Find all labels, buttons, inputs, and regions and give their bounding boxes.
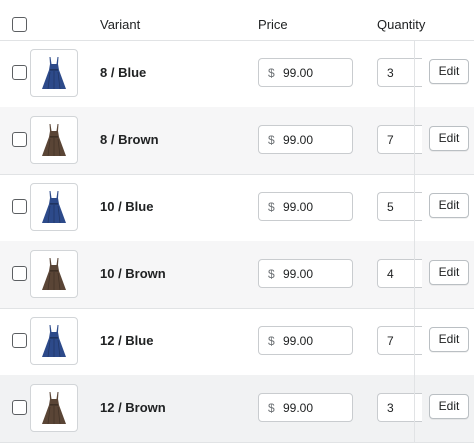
price-value: 99.00 bbox=[283, 334, 314, 348]
table-row: 8 / Blue $99.00 3 Edit bbox=[0, 40, 474, 108]
quantity-value: 3 bbox=[387, 66, 394, 80]
price-column-header: Price bbox=[258, 17, 288, 32]
column-divider bbox=[414, 40, 415, 443]
edit-button[interactable]: Edit bbox=[429, 193, 469, 218]
table-row: 12 / Blue $99.00 7 Edit bbox=[0, 308, 474, 376]
edit-button[interactable]: Edit bbox=[429, 260, 469, 285]
table-row: 12 / Brown $99.00 3 Edit bbox=[0, 375, 474, 443]
price-input[interactable]: $99.00 bbox=[258, 393, 353, 422]
quantity-value: 5 bbox=[387, 200, 394, 214]
quantity-value: 7 bbox=[387, 133, 394, 147]
currency-prefix: $ bbox=[268, 133, 275, 147]
variant-column-header: Variant bbox=[100, 17, 141, 32]
currency-prefix: $ bbox=[268, 401, 275, 415]
variant-thumbnail[interactable] bbox=[30, 116, 78, 164]
edit-button[interactable]: Edit bbox=[429, 59, 469, 84]
price-input[interactable]: $99.00 bbox=[258, 192, 353, 221]
variant-thumbnail[interactable] bbox=[30, 183, 78, 231]
variant-name: 8 / Brown bbox=[100, 132, 159, 147]
price-input[interactable]: $99.00 bbox=[258, 58, 353, 87]
price-input[interactable]: $99.00 bbox=[258, 259, 353, 288]
row-select-checkbox[interactable] bbox=[12, 333, 27, 348]
row-select-checkbox[interactable] bbox=[12, 65, 27, 80]
variant-name: 8 / Blue bbox=[100, 65, 147, 80]
row-select-checkbox[interactable] bbox=[12, 132, 27, 147]
currency-prefix: $ bbox=[268, 66, 275, 80]
table-row: 10 / Blue $99.00 5 Edit bbox=[0, 174, 474, 242]
currency-prefix: $ bbox=[268, 334, 275, 348]
quantity-column-header: Quantity bbox=[377, 17, 426, 32]
row-select-checkbox[interactable] bbox=[12, 199, 27, 214]
price-value: 99.00 bbox=[283, 200, 314, 214]
price-value: 99.00 bbox=[283, 133, 314, 147]
variant-name: 10 / Brown bbox=[100, 266, 166, 281]
variant-name: 10 / Blue bbox=[100, 199, 154, 214]
edit-button[interactable]: Edit bbox=[429, 327, 469, 352]
row-select-checkbox[interactable] bbox=[12, 400, 27, 415]
variant-thumbnail[interactable] bbox=[30, 384, 78, 432]
row-select-checkbox[interactable] bbox=[12, 266, 27, 281]
table-row: 8 / Brown $99.00 7 Edit bbox=[0, 107, 474, 175]
currency-prefix: $ bbox=[268, 267, 275, 281]
quantity-input[interactable]: 7 bbox=[377, 125, 422, 154]
edit-button[interactable]: Edit bbox=[429, 126, 469, 151]
price-input[interactable]: $99.00 bbox=[258, 326, 353, 355]
price-value: 99.00 bbox=[283, 66, 314, 80]
table-row: 10 / Brown $99.00 4 Edit bbox=[0, 241, 474, 309]
edit-button[interactable]: Edit bbox=[429, 394, 469, 419]
table-header: Variant Price Quantity bbox=[0, 0, 474, 41]
select-all-checkbox[interactable] bbox=[12, 17, 27, 32]
price-value: 99.00 bbox=[283, 267, 314, 281]
variant-thumbnail[interactable] bbox=[30, 49, 78, 97]
quantity-value: 7 bbox=[387, 334, 394, 348]
quantity-input[interactable]: 5 bbox=[377, 192, 422, 221]
price-input[interactable]: $99.00 bbox=[258, 125, 353, 154]
variant-thumbnail[interactable] bbox=[30, 250, 78, 298]
quantity-input[interactable]: 4 bbox=[377, 259, 422, 288]
quantity-input[interactable]: 3 bbox=[377, 393, 422, 422]
quantity-input[interactable]: 7 bbox=[377, 326, 422, 355]
quantity-value: 3 bbox=[387, 401, 394, 415]
currency-prefix: $ bbox=[268, 200, 275, 214]
quantity-value: 4 bbox=[387, 267, 394, 281]
variant-name: 12 / Blue bbox=[100, 333, 154, 348]
quantity-input[interactable]: 3 bbox=[377, 58, 422, 87]
variant-name: 12 / Brown bbox=[100, 400, 166, 415]
variant-thumbnail[interactable] bbox=[30, 317, 78, 365]
price-value: 99.00 bbox=[283, 401, 314, 415]
